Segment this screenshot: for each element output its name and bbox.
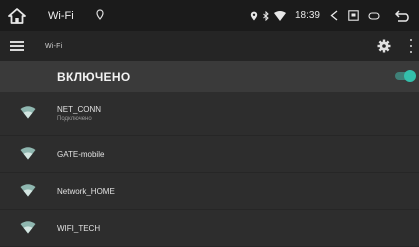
back-icon[interactable] xyxy=(395,9,411,22)
status-time: 18:39 xyxy=(294,10,320,21)
menu-icon[interactable] xyxy=(10,41,24,51)
network-name: WIFI_TECH xyxy=(57,223,101,233)
location-icon xyxy=(250,11,258,21)
network-name: Network_HOME xyxy=(57,186,115,196)
wifi-signal-icon xyxy=(20,184,36,202)
status-bar: Wi-Fi 18:39 xyxy=(0,0,419,31)
wifi-signal-icon xyxy=(20,221,36,239)
network-item[interactable]: GATE-mobile xyxy=(0,136,419,173)
bluetooth-icon xyxy=(263,10,269,21)
toggle-knob xyxy=(404,70,416,82)
network-name: GATE-mobile xyxy=(57,149,105,159)
volume-icon[interactable] xyxy=(329,10,339,21)
network-item[interactable]: Network_HOME xyxy=(0,173,419,210)
app-toolbar: Wi-Fi xyxy=(0,31,419,61)
recent-apps-icon[interactable] xyxy=(368,11,380,21)
location-pin-icon xyxy=(96,8,104,23)
network-item[interactable]: WIFI_TECH xyxy=(0,210,419,247)
wifi-signal-icon xyxy=(273,10,286,21)
wifi-toggle-switch[interactable] xyxy=(395,70,416,82)
status-bar-title: Wi-Fi xyxy=(48,9,74,22)
network-item[interactable]: NET_CONN Подключено xyxy=(0,92,419,136)
network-list: NET_CONN Подключено GATE-mobile Network_… xyxy=(0,92,419,247)
network-name: NET_CONN xyxy=(57,105,102,114)
wifi-toggle-row[interactable]: ВКЛЮЧЕНО xyxy=(0,61,419,92)
network-status: Подключено xyxy=(57,116,92,122)
page-title: Wi-Fi xyxy=(45,42,63,50)
screenshot-icon[interactable] xyxy=(348,10,359,21)
home-icon[interactable] xyxy=(6,6,28,26)
wifi-toggle-label: ВКЛЮЧЕНО xyxy=(57,69,131,84)
wifi-signal-icon xyxy=(20,147,36,165)
wifi-lock-icon xyxy=(20,106,36,124)
more-options-icon[interactable] xyxy=(409,39,413,53)
gear-icon[interactable] xyxy=(377,39,391,58)
